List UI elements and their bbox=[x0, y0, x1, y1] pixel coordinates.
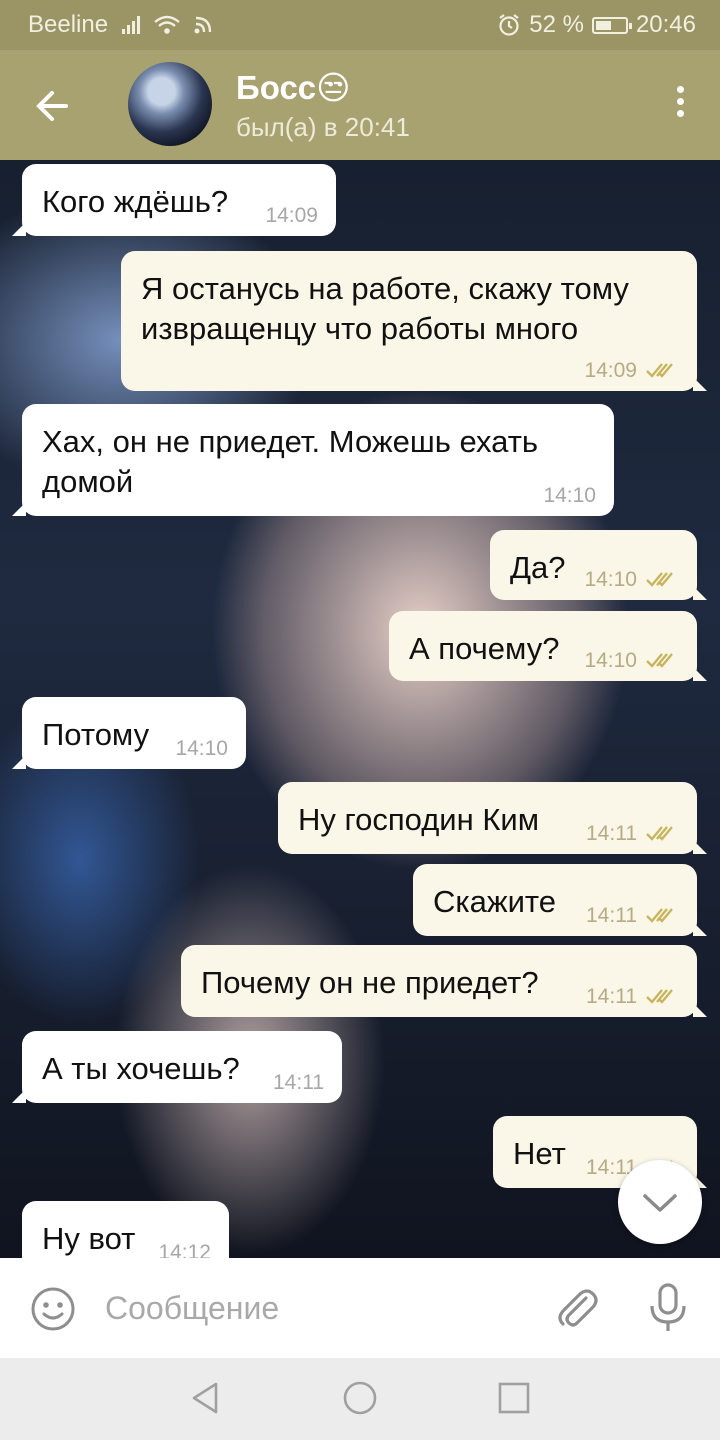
nav-recent-apps-icon[interactable] bbox=[496, 1380, 532, 1416]
scroll-down-button[interactable] bbox=[618, 1160, 702, 1244]
message-time: 14:12 bbox=[158, 1241, 211, 1258]
message-time: 14:10 bbox=[543, 484, 596, 507]
message-incoming[interactable]: Потому 14:10 bbox=[12, 697, 246, 769]
double-check-icon bbox=[646, 908, 673, 923]
message-incoming[interactable]: Хах, он не приедет. Можешь ехать домой 1… bbox=[12, 404, 614, 516]
double-check-icon bbox=[646, 653, 673, 668]
double-check-icon bbox=[646, 826, 673, 841]
message-outgoing[interactable]: Ну господин Ким 14:11 bbox=[278, 782, 707, 854]
message-outgoing[interactable]: Почему он не приедет? 14:11 bbox=[181, 945, 707, 1017]
message-text: Скажите bbox=[433, 884, 557, 919]
avatar[interactable] bbox=[128, 62, 212, 146]
status-bar: Beeline 52 % 20:46 bbox=[0, 0, 720, 50]
system-nav-bar bbox=[0, 1358, 720, 1440]
message-incoming[interactable]: Ну вот 14:12 bbox=[22, 1201, 229, 1258]
message-outgoing[interactable]: А почему? 14:10 bbox=[389, 611, 707, 681]
message-outgoing[interactable]: Я останусь на работе, скажу тому извраще… bbox=[121, 251, 707, 391]
double-check-icon bbox=[646, 363, 673, 378]
battery-icon bbox=[591, 16, 632, 34]
message-time: 14:10 bbox=[584, 649, 637, 672]
message-time: 14:11 bbox=[586, 822, 637, 845]
arrow-left-icon[interactable] bbox=[26, 80, 78, 132]
microphone-icon[interactable] bbox=[646, 1282, 690, 1334]
message-incoming[interactable]: Кого ждёшь? 14:09 bbox=[12, 164, 336, 236]
message-time: 14:10 bbox=[175, 737, 228, 760]
message-list[interactable]: Кого ждёшь? 14:09 Я останусь на работе, … bbox=[0, 160, 720, 1258]
message-outgoing[interactable]: Да? 14:10 bbox=[490, 530, 707, 600]
last-seen-status: был(а) в 20:41 bbox=[236, 112, 410, 142]
message-time: 14:11 bbox=[273, 1071, 324, 1094]
message-time: 14:09 bbox=[584, 359, 637, 382]
message-time: 14:11 bbox=[586, 904, 637, 927]
smiley-icon[interactable] bbox=[30, 1286, 76, 1332]
carrier-label: Beeline bbox=[28, 11, 109, 38]
message-text: Я останусь на работе, скажу тому извраще… bbox=[141, 271, 629, 346]
message-time: 14:11 bbox=[586, 985, 637, 1008]
signal-icon bbox=[122, 16, 141, 34]
message-composer: Сообщение bbox=[0, 1258, 720, 1358]
message-time: 14:10 bbox=[584, 568, 637, 591]
nav-home-icon[interactable] bbox=[342, 1380, 378, 1416]
paperclip-icon[interactable] bbox=[552, 1284, 600, 1332]
alarm-icon bbox=[499, 14, 519, 36]
message-input[interactable]: Сообщение bbox=[105, 1290, 279, 1327]
data-activity-icon bbox=[194, 16, 212, 34]
chat-title[interactable]: Босс😒 bbox=[236, 68, 351, 107]
clock: 20:46 bbox=[635, 11, 696, 38]
battery-percent: 52 % bbox=[529, 11, 584, 38]
message-outgoing[interactable]: Скажите 14:11 bbox=[413, 864, 707, 936]
chevron-down-icon bbox=[643, 1194, 677, 1212]
nav-back-icon[interactable] bbox=[188, 1380, 224, 1416]
wifi-icon bbox=[154, 15, 180, 34]
chat-header: Босс😒 был(а) в 20:41 bbox=[0, 50, 720, 160]
battery-level bbox=[595, 20, 611, 30]
message-text: Хах, он не приедет. Можешь ехать домой bbox=[42, 424, 539, 499]
double-check-icon bbox=[646, 572, 673, 587]
double-check-icon bbox=[646, 989, 673, 1004]
more-vert-icon[interactable] bbox=[670, 86, 690, 126]
message-incoming[interactable]: А ты хочешь? 14:11 bbox=[12, 1031, 342, 1103]
message-time: 14:09 bbox=[265, 204, 318, 227]
